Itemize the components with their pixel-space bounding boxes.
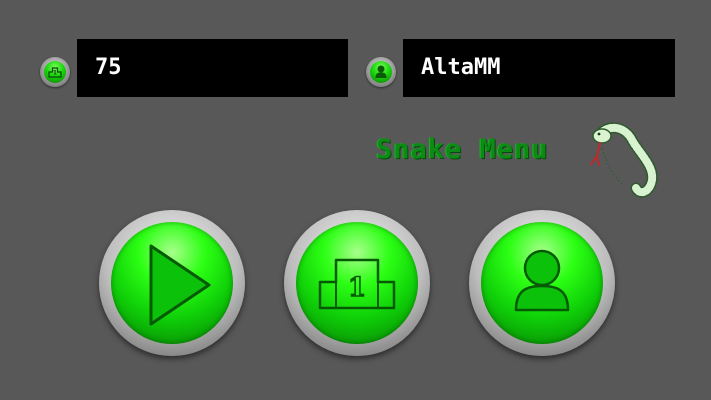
person-icon: [514, 249, 570, 312]
player-name-field[interactable]: AltaMM: [403, 39, 675, 97]
player-person-icon: [366, 57, 396, 87]
snake-logo-icon: [590, 122, 658, 198]
podium-icon: 1: [318, 258, 396, 310]
menu-title: Snake Menu: [376, 134, 549, 165]
profile-button[interactable]: [469, 210, 615, 356]
svg-text:1: 1: [348, 273, 366, 303]
play-button[interactable]: [99, 210, 245, 356]
highscores-button[interactable]: 1: [284, 210, 430, 356]
score-field: 75: [77, 39, 348, 97]
svg-text:1: 1: [53, 70, 57, 77]
play-icon: [149, 244, 211, 326]
score-podium-icon: 1: [40, 57, 70, 87]
